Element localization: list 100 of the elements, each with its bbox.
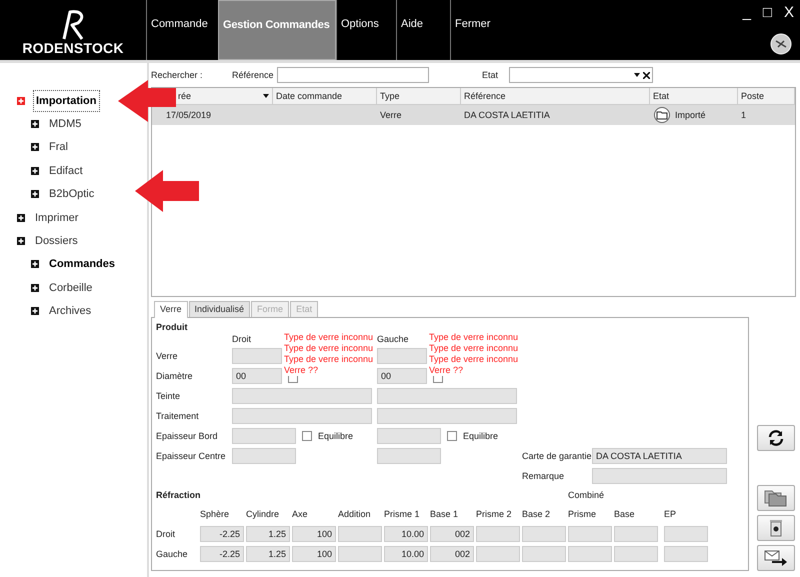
input-field[interactable] xyxy=(664,546,708,562)
expand-icon[interactable] xyxy=(31,307,39,316)
tree-item[interactable]: Dossiers xyxy=(33,232,80,250)
input-field[interactable] xyxy=(476,546,520,562)
input-field[interactable] xyxy=(614,546,658,562)
expand-icon[interactable] xyxy=(17,237,25,246)
menu-item[interactable]: Fermer xyxy=(450,0,530,60)
tree-item[interactable]: Importation xyxy=(33,90,100,112)
input-field[interactable]: 100 xyxy=(292,546,336,562)
input-field[interactable] xyxy=(338,546,382,562)
input-field[interactable] xyxy=(232,388,372,404)
expand-icon[interactable] xyxy=(31,284,39,292)
group-label: Combiné xyxy=(568,490,604,500)
tree-item[interactable]: Corbeille xyxy=(47,278,94,297)
input-field[interactable] xyxy=(232,428,296,444)
column-label: Base 2 xyxy=(522,509,550,519)
column-label: Sphère xyxy=(200,509,230,519)
input-field[interactable]: 002 xyxy=(430,526,474,542)
input-field[interactable]: DA COSTA LAETITIA xyxy=(592,448,727,464)
send-mail-button[interactable] xyxy=(757,545,795,571)
field-label: Verre xyxy=(156,351,178,361)
input-field[interactable]: -2.25 xyxy=(200,526,244,542)
caret-icon[interactable] xyxy=(634,73,640,77)
folder-button[interactable] xyxy=(757,485,795,511)
input-field[interactable]: -2.25 xyxy=(200,546,244,562)
input-field[interactable] xyxy=(614,526,658,542)
window-control[interactable]: X xyxy=(784,4,794,21)
table-cell: 1 xyxy=(741,110,746,120)
expand-icon[interactable] xyxy=(31,120,39,128)
input-field[interactable] xyxy=(476,526,520,542)
tab[interactable]: Individualisé xyxy=(188,301,250,317)
expand-icon[interactable] xyxy=(31,190,39,198)
window-control[interactable]: □ xyxy=(762,4,772,21)
input-field[interactable] xyxy=(377,428,441,444)
table-cell: Importé xyxy=(675,110,706,120)
expand-icon[interactable] xyxy=(17,214,25,222)
input-field[interactable] xyxy=(664,526,708,542)
input-field[interactable] xyxy=(522,546,566,562)
trash-icon xyxy=(769,519,783,537)
tree-item[interactable]: Archives xyxy=(47,302,94,320)
tab[interactable]: Verre xyxy=(154,301,188,318)
checkbox[interactable] xyxy=(447,431,457,441)
expand-icon[interactable] xyxy=(31,260,39,268)
column-header[interactable]: Etat xyxy=(653,91,670,101)
column-header[interactable]: Poste xyxy=(741,91,764,101)
input-field[interactable]: 10.00 xyxy=(384,526,428,542)
input-field[interactable]: 002 xyxy=(430,546,474,562)
checkbox[interactable] xyxy=(302,431,312,441)
trash-button[interactable] xyxy=(757,515,795,541)
column-label: Prisme 2 xyxy=(476,509,512,519)
tree-item[interactable]: MDM5 xyxy=(47,115,84,134)
field-label: Epaisseur Centre xyxy=(156,451,226,461)
input-field[interactable] xyxy=(232,448,296,464)
tree-item[interactable]: Fral xyxy=(47,138,70,156)
refresh-button[interactable] xyxy=(757,425,795,451)
column-label: Droit xyxy=(232,334,252,344)
input-field[interactable] xyxy=(568,526,612,542)
window-control[interactable]: _ xyxy=(742,4,751,21)
menu-item[interactable]: Aide xyxy=(396,0,450,60)
expand-icon[interactable] xyxy=(31,166,39,175)
tree-item[interactable]: Imprimer xyxy=(33,208,80,227)
field-label: Traitement xyxy=(156,411,199,421)
warning-text: Type de verre inconnu Type de verre inconnu Type de verre inconnu Verre ?? xyxy=(429,332,518,376)
input-field[interactable]: 1.25 xyxy=(246,526,290,542)
input-field[interactable] xyxy=(377,408,517,424)
reference-field[interactable] xyxy=(277,67,429,83)
input-field[interactable]: 1.25 xyxy=(246,546,290,562)
input-field[interactable] xyxy=(377,448,441,464)
tree-item[interactable]: B2bOptic xyxy=(47,185,96,204)
menu-item[interactable]: Options xyxy=(336,0,396,60)
input-field[interactable] xyxy=(232,348,282,364)
field-label: Etat xyxy=(482,70,500,80)
column-header[interactable]: rée xyxy=(178,91,192,101)
input-field[interactable]: 100 xyxy=(292,526,336,542)
menu-item[interactable]: Gestion Commandes xyxy=(218,0,336,60)
field-label: Carte de garantie xyxy=(522,451,592,461)
input-field[interactable] xyxy=(338,526,382,542)
column-header[interactable]: Référence xyxy=(464,91,506,101)
table-row[interactable]: 17/05/2019 Verre DA COSTA LAETITIA Importé 1 xyxy=(152,105,795,125)
column-header[interactable]: Date commande xyxy=(276,91,342,101)
input-field[interactable] xyxy=(522,526,566,542)
column-header[interactable]: Type xyxy=(380,91,400,101)
badge-icon[interactable] xyxy=(770,33,792,55)
input-field[interactable]: 00 xyxy=(232,368,282,384)
caret-icon[interactable] xyxy=(263,94,269,98)
clear-icon[interactable] xyxy=(643,72,650,78)
input-field[interactable] xyxy=(377,348,427,364)
tree-item[interactable]: Edifact xyxy=(47,162,85,180)
search-label: Rechercher : xyxy=(151,70,204,80)
column-label: Gauche xyxy=(377,334,409,344)
column-label: Addition xyxy=(338,509,371,519)
tree-item[interactable]: Commandes xyxy=(47,255,118,274)
input-field[interactable] xyxy=(377,388,517,404)
expand-icon[interactable] xyxy=(31,143,39,152)
field-label: Diamètre xyxy=(156,371,193,381)
input-field[interactable]: 00 xyxy=(377,368,427,384)
input-field[interactable] xyxy=(568,546,612,562)
input-field[interactable] xyxy=(232,408,372,424)
input-field[interactable] xyxy=(592,468,727,484)
input-field[interactable]: 10.00 xyxy=(384,546,428,562)
